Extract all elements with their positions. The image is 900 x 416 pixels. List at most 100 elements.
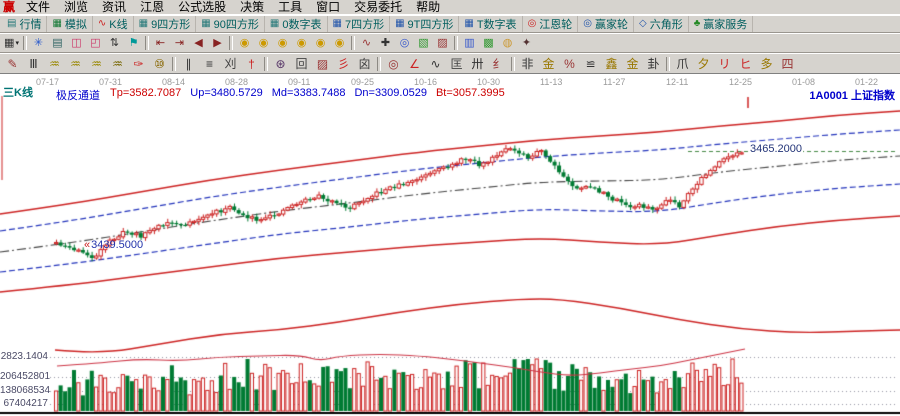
draw-tool-28-icon[interactable]: 金 (622, 54, 643, 73)
next-bar-icon[interactable]: ▶ (208, 34, 227, 52)
行情-icon: ▤ (7, 19, 16, 29)
coin-1-icon[interactable]: ◉ (235, 34, 254, 52)
pattern-icon[interactable]: ✳ (29, 34, 48, 52)
draw-tool-11-icon[interactable]: † (241, 54, 262, 73)
gann-button-label: 7四方形 (345, 16, 384, 32)
赢家轮-icon: ◎ (583, 19, 592, 29)
draw-tool-16-icon[interactable]: 囟 (354, 54, 375, 73)
gann-button-11[interactable]: ◇六角形 (634, 16, 689, 32)
gann-button-label: 0数字表 (282, 16, 321, 32)
crosshair-icon[interactable]: ✚ (376, 34, 395, 52)
menu-item-5[interactable]: 决策 (233, 0, 271, 14)
draw-tool-21-icon[interactable]: 卅 (467, 54, 488, 73)
sort-icon[interactable]: ⇅ (105, 34, 124, 52)
draw-tool-14-icon[interactable]: ▨ (312, 54, 333, 73)
layout-glyph: ▦ (4, 38, 14, 49)
draw-tool-35-icon[interactable]: 四 (777, 54, 798, 73)
draw-tool-17-icon[interactable]: ◎ (383, 54, 404, 73)
draw-tool-15-icon[interactable]: 彡 (333, 54, 354, 73)
gann-button-1[interactable]: ▦模拟 (47, 16, 92, 32)
draw-tool-26-icon[interactable]: ≌ (580, 54, 601, 73)
draw-tool-27-icon[interactable]: 鑫 (601, 54, 622, 73)
coin-3-icon[interactable]: ◉ (273, 34, 292, 52)
menu-item-2[interactable]: 资讯 (95, 0, 133, 14)
gann-button-4[interactable]: ▦90四方形 (196, 16, 265, 32)
draw-tool-7-icon[interactable]: ⑩ (149, 54, 170, 73)
menu-item-1[interactable]: 浏览 (57, 0, 95, 14)
draw-tool-18-icon[interactable]: ∠ (404, 54, 425, 73)
gann-button-label: 赢家服务 (703, 16, 747, 32)
draw-tool-2-icon[interactable]: ♒ (44, 54, 65, 73)
draw-tool-12-icon[interactable]: ⊛ (270, 54, 291, 73)
menu-item-8[interactable]: 交易委托 (347, 0, 409, 14)
app-window: 赢 文件浏览资讯江恩公式选股决策工具窗口交易委托帮助 ▤行情▦模拟∿K线▦9四方… (0, 0, 900, 416)
menu-item-4[interactable]: 公式选股 (171, 0, 233, 14)
draw-tool-6-icon[interactable]: ✑ (128, 54, 149, 73)
draw-toolbar: ✎Ⅲ♒♒♒♒✑⑩∥≡刈†⊛回▨彡囟◎∠∿匡卅纟非金%≌鑫金卦爪夕リヒ多四 (0, 53, 900, 74)
draw-tool-33-icon[interactable]: ヒ (735, 54, 756, 73)
layout-combo-icon[interactable]: ▦▾ (2, 34, 21, 52)
bar-chart-2-icon[interactable]: ◰ (86, 34, 105, 52)
menu-item-9[interactable]: 帮助 (409, 0, 447, 14)
volume-axis-label-3: 67404217 (0, 398, 48, 409)
menu-item-0[interactable]: 文件 (19, 0, 57, 14)
gann-button-9[interactable]: ◎江恩轮 (523, 16, 579, 32)
draw-tool-19-icon[interactable]: ∿ (425, 54, 446, 73)
draw-tool-34-icon[interactable]: 多 (756, 54, 777, 73)
gann-button-8[interactable]: ▦T数字表 (459, 16, 522, 32)
zoom-tool-icon[interactable]: ◎ (395, 34, 414, 52)
draw-tool-1-icon[interactable]: Ⅲ (23, 54, 44, 73)
flag-icon[interactable]: ⚑ (124, 34, 143, 52)
toolbar-separator (172, 57, 176, 71)
list-view-icon[interactable]: ▤ (48, 34, 67, 52)
gann-button-6[interactable]: ▦7四方形 (328, 16, 391, 32)
wave-tool-icon[interactable]: ∿ (357, 34, 376, 52)
menu-item-3[interactable]: 江恩 (133, 0, 171, 14)
last-bar-icon[interactable]: ⇥ (170, 34, 189, 52)
draw-tool-13-icon[interactable]: 回 (291, 54, 312, 73)
menu-bar: 赢 文件浏览资讯江恩公式选股决策工具窗口交易委托帮助 (0, 0, 900, 15)
hammer-icon[interactable]: ✦ (517, 34, 536, 52)
draw-tool-8-icon[interactable]: ∥ (178, 54, 199, 73)
panel-1-icon[interactable]: ▧ (414, 34, 433, 52)
panel-2-icon[interactable]: ▨ (433, 34, 452, 52)
gann-button-0[interactable]: ▤行情 (2, 16, 47, 32)
camera-icon[interactable]: ◍ (498, 34, 517, 52)
menu-item-7[interactable]: 窗口 (309, 0, 347, 14)
prev-bar-icon[interactable]: ◀ (189, 34, 208, 52)
coin-6-icon[interactable]: ◉ (330, 34, 349, 52)
draw-tool-9-icon[interactable]: ≡ (199, 54, 220, 73)
draw-tool-29-icon[interactable]: 卦 (643, 54, 664, 73)
draw-tool-22-icon[interactable]: 纟 (488, 54, 509, 73)
gann-button-3[interactable]: ▦9四方形 (134, 16, 197, 32)
draw-tool-25-icon[interactable]: % (559, 54, 580, 73)
gann-button-10[interactable]: ◎赢家轮 (578, 16, 634, 32)
first-bar-icon[interactable]: ⇤ (151, 34, 170, 52)
draw-tool-0-icon[interactable]: ✎ (2, 54, 23, 73)
draw-tool-4-icon[interactable]: ♒ (86, 54, 107, 73)
coin-2-icon[interactable]: ◉ (254, 34, 273, 52)
draw-tool-10-icon[interactable]: 刈 (220, 54, 241, 73)
menu-item-6[interactable]: 工具 (271, 0, 309, 14)
coin-5-icon[interactable]: ◉ (311, 34, 330, 52)
draw-tool-30-icon[interactable]: 爪 (672, 54, 693, 73)
gann-button-2[interactable]: ∿K线 (93, 16, 134, 32)
news-icon[interactable]: ▥ (460, 34, 479, 52)
draw-tool-20-icon[interactable]: 匡 (446, 54, 467, 73)
image-tool-icon[interactable]: ▩ (479, 34, 498, 52)
bar-chart-1-icon[interactable]: ◫ (67, 34, 86, 52)
indicator-field-Up: Up=3480.5729 (190, 87, 262, 103)
draw-tool-5-icon[interactable]: ♒ (107, 54, 128, 73)
gann-button-label: 六角形 (650, 16, 683, 32)
draw-tool-24-icon[interactable]: 金 (538, 54, 559, 73)
draw-tool-31-icon[interactable]: 夕 (693, 54, 714, 73)
draw-tool-3-icon[interactable]: ♒ (65, 54, 86, 73)
gann-button-label: 9T四方形 (408, 16, 454, 32)
toolbar-separator (229, 36, 233, 50)
gann-button-12[interactable]: ♣赢家服务 (689, 16, 754, 32)
draw-tool-32-icon[interactable]: リ (714, 54, 735, 73)
coin-4-icon[interactable]: ◉ (292, 34, 311, 52)
gann-button-5[interactable]: ▦0数字表 (265, 16, 328, 32)
draw-tool-23-icon[interactable]: 非 (517, 54, 538, 73)
gann-button-7[interactable]: ▦9T四方形 (390, 16, 459, 32)
